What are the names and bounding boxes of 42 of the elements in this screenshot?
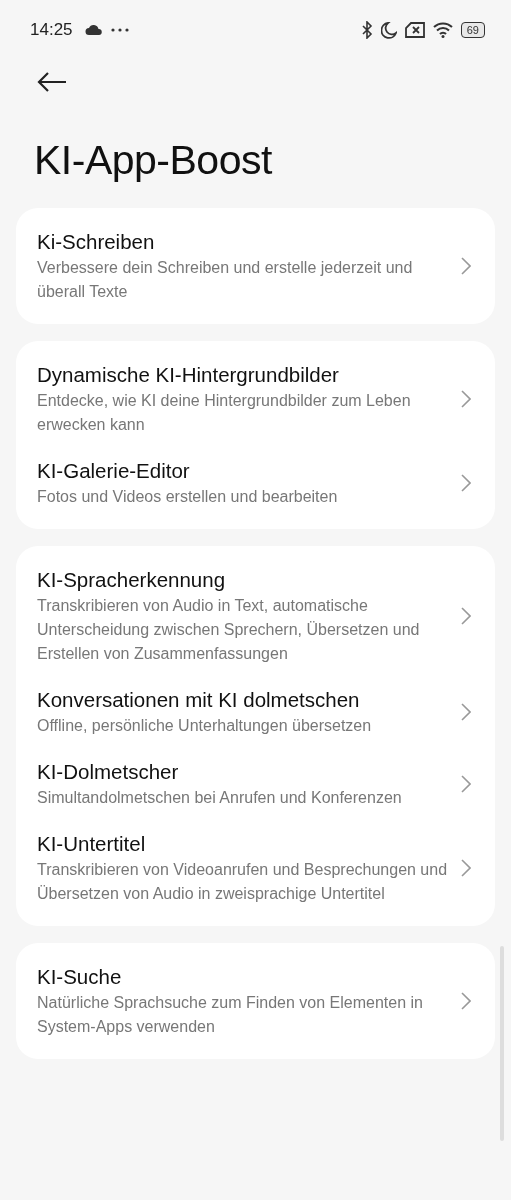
item-title: Ki-Schreiben [37,229,156,255]
settings-item[interactable]: Ki-Schreiben Verbessere dein Schreiben und erstelle jederzeit und überall Texte [16,218,495,314]
bluetooth-icon [361,21,373,39]
back-icon[interactable] [37,72,67,92]
more-icon [110,28,129,32]
chevron-icon [461,474,471,492]
settings-item[interactable]: Dynamische KI-Hintergrundbilder Entdecke, wie KI deine Hintergrundbilder zum Leben erwecken kann [16,351,495,447]
wifi-icon [432,22,453,38]
item-title: Dynamische KI-Hintergrundbilder [37,362,340,388]
item-description: Offline, persönliche Unterhaltungen übersetzen [37,716,373,736]
item-description: Transkribieren von Videoanrufen und Besprechungen und Übersetzen von Audio in zweisprachige Untertitel [37,860,449,904]
item-title: KI-Galerie-Editor [37,458,191,484]
sim-icon [404,22,425,38]
item-title: KI-Spracherkennung [37,567,227,593]
chevron-icon [461,775,471,793]
item-title: KI-Untertitel [37,831,147,857]
battery-indicator: 69 [460,22,485,38]
item-description: Transkribieren von Audio in Text, automatische Unterscheidung zwischen Sprechern, Übersetzen und Erstellen von Zusammenfassungen [37,596,421,664]
cloud-icon [84,24,103,36]
chevron-icon [461,607,471,625]
item-description: Entdecke, wie KI deine Hintergrundbilder zum Leben erwecken kann [37,391,412,435]
item-title: KI-Dolmetscher [37,759,180,785]
item-description: Simultandolmetschen bei Anrufen und Konferenzen [37,788,403,808]
item-description: Fotos und Videos erstellen und bearbeiten [37,487,339,507]
settings-item[interactable]: KI-Galerie-Editor Fotos und Videos erstellen und bearbeiten [16,447,495,519]
chevron-icon [461,703,471,721]
chevron-icon [461,257,471,275]
settings-item[interactable]: KI-Untertitel Transkribieren von Videoanrufen und Besprechungen und Übersetzen von Audio in zweisprachige Untertitel [16,820,495,916]
settings-item[interactable]: Konversationen mit KI dolmetschen Offline, persönliche Unterhaltungen übersetzen [16,676,495,748]
moon-icon [380,21,397,39]
item-description: Verbessere dein Schreiben und erstelle jederzeit und überall Texte [37,258,414,302]
status-time: 14:25 [30,20,73,40]
chevron-icon [461,859,471,877]
chevron-icon [461,390,471,408]
item-title: KI-Suche [37,964,123,990]
settings-item[interactable]: KI-Suche Natürliche Sprachsuche zum Finden von Elementen in System-Apps verwenden [16,953,495,1049]
settings-item[interactable]: KI-Spracherkennung Transkribieren von Audio in Text, automatische Unterscheidung zwischen Sprechern, Übersetzen und Erstellen von Zusammenfassungen [16,556,495,676]
chevron-icon [461,992,471,1010]
page-title: KI-App-Boost [34,136,273,185]
settings-item[interactable]: KI-Dolmetscher Simultandolmetschen bei Anrufen und Konferenzen [16,748,495,820]
item-description: Natürliche Sprachsuche zum Finden von Elementen in System-Apps verwenden [37,993,424,1037]
item-title: Konversationen mit KI dolmetschen [37,687,361,713]
